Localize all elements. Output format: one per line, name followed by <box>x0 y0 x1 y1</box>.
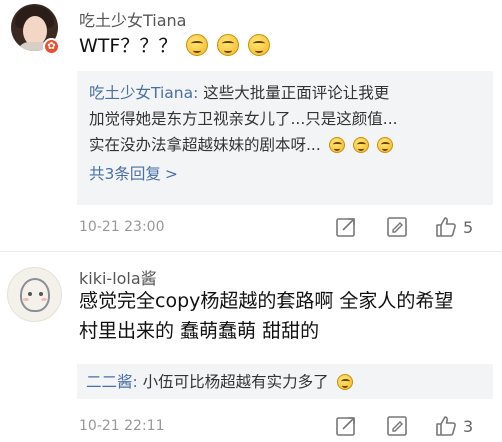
like-count: 3 <box>463 417 474 436</box>
comment-text: 感觉完全copy杨超越的套路啊 全家人的希望 村里出来的 蠢萌蠢萌 甜甜的 <box>79 286 499 346</box>
share-icon[interactable] <box>334 414 358 438</box>
comment-icon[interactable] <box>385 414 409 438</box>
comment-text: WTF？？？ <box>79 31 271 61</box>
share-icon[interactable] <box>334 215 358 239</box>
like-icon[interactable] <box>434 414 458 438</box>
comment-item: ✿ 吃土少女Tiana WTF？？？ 吃土少女Tiana: 这些大批量正面评论让… <box>0 0 502 252</box>
comment-text-line: 村里出来的 蠢萌蠢萌 甜甜的 <box>79 320 320 342</box>
reply-text: 这些大批量正面评论让我更 <box>203 84 390 102</box>
reply-line: 实在没办法拿超越妹妹的剧本呀... <box>89 132 481 158</box>
comment-text-line: 感觉完全copy杨超越的套路啊 全家人的希望 <box>79 290 454 312</box>
view-all-replies-link[interactable]: 共3条回复 > <box>89 162 481 184</box>
grin-emoji-icon <box>352 137 369 153</box>
smirk-emoji-icon <box>336 374 353 390</box>
comment-username[interactable]: 吃土少女Tiana <box>79 7 186 31</box>
reply-separator: : <box>193 84 199 102</box>
reply-text: 实在没办法拿超越妹妹的剧本呀... <box>89 136 321 154</box>
grin-emoji-icon <box>376 137 393 153</box>
comment-icon[interactable] <box>385 215 409 239</box>
reply-preview[interactable]: 吃土少女Tiana: 这些大批量正面评论让我更 加觉得她是东方卫视亲女儿了...… <box>77 71 493 205</box>
grin-emoji-icon <box>186 34 209 56</box>
reply-author[interactable]: 二二酱 <box>86 373 133 391</box>
reply-preview[interactable]: 二二酱: 小伍可比杨超越有实力多了 <box>77 364 493 399</box>
like-count: 5 <box>463 218 474 237</box>
reply-text: 小伍可比杨超越有实力多了 <box>137 373 329 391</box>
comment-text-content: WTF？？？ <box>79 35 178 57</box>
comment-divider <box>0 251 502 252</box>
reply-line: 吃土少女Tiana: 这些大批量正面评论让我更 <box>89 80 481 106</box>
view-all-replies-label: 共3条回复 <box>89 165 161 183</box>
chevron-right-icon: > <box>164 165 178 183</box>
reply-line: 二二酱: 小伍可比杨超越有实力多了 <box>86 369 484 395</box>
grin-emoji-icon <box>328 137 345 153</box>
avatar[interactable] <box>7 267 62 322</box>
reply-author[interactable]: 吃土少女Tiana <box>89 84 193 102</box>
verified-badge-icon: ✿ <box>43 38 60 55</box>
comment-timestamp: 10-21 22:11 <box>79 418 165 434</box>
reply-text: 加觉得她是东方卫视亲女儿了...只是这颜值... <box>89 110 398 128</box>
grin-emoji-icon <box>248 34 271 56</box>
like-icon[interactable] <box>434 215 458 239</box>
comment-timestamp: 10-21 23:00 <box>79 219 165 235</box>
grin-emoji-icon <box>217 34 240 56</box>
